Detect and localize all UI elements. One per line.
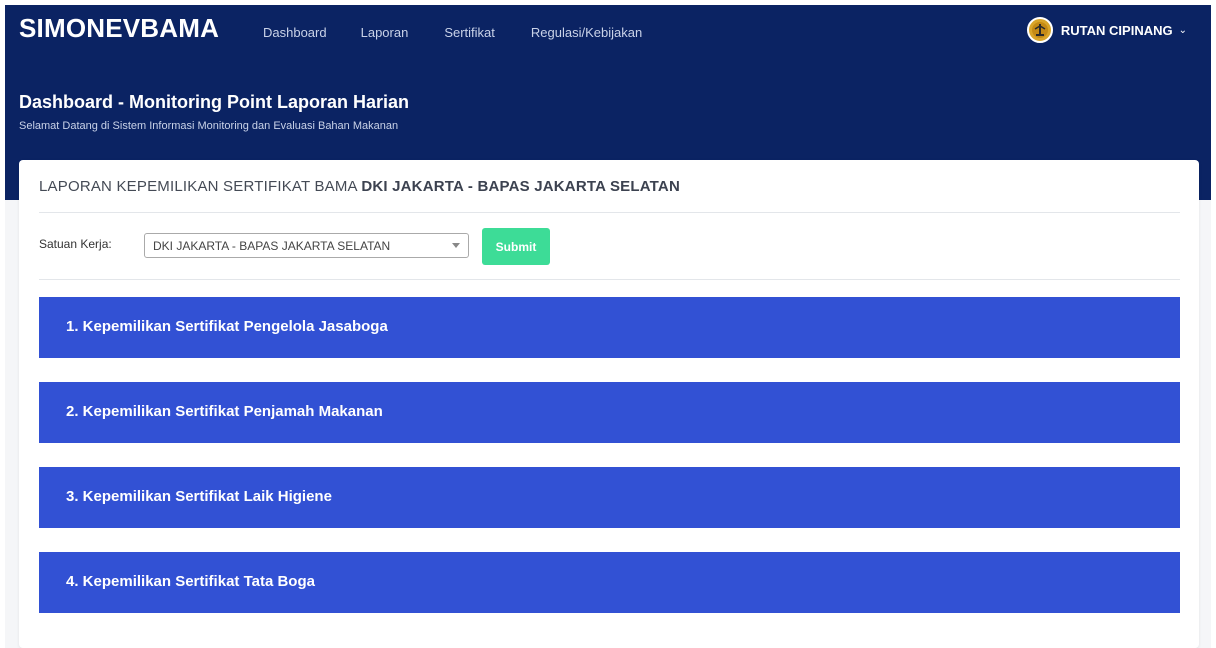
agency-emblem-icon	[1026, 17, 1053, 43]
nav-laporan[interactable]: Laporan	[361, 25, 409, 40]
chevron-down-icon: ⌄	[1178, 24, 1187, 36]
section-label: 1. Kepemilikan Sertifikat Pengelola Jasa…	[66, 318, 388, 335]
dropdown-arrow-icon	[452, 243, 460, 248]
satuan-kerja-select[interactable]: DKI JAKARTA - BAPAS JAKARTA SELATAN	[144, 233, 469, 258]
user-name: RUTAN CIPINANG	[1060, 22, 1173, 38]
main-nav: Dashboard Laporan Sertifikat Regulasi/Ke…	[263, 25, 678, 40]
nav-sertifikat[interactable]: Sertifikat	[444, 25, 495, 40]
section-laik-higiene[interactable]: 3. Kepemilikan Sertifikat Laik Higiene	[39, 467, 1180, 528]
user-menu[interactable]: RUTAN CIPINANG ⌄	[1026, 17, 1187, 43]
filter-label: Satuan Kerja:	[39, 237, 112, 251]
divider	[39, 279, 1180, 280]
page-subtitle: Selamat Datang di Sistem Informasi Monit…	[19, 120, 399, 132]
top-navbar: SIMONEVBAMA Dashboard Laporan Sertifikat…	[5, 5, 1211, 60]
section-penjamah-makanan[interactable]: 2. Kepemilikan Sertifikat Penjamah Makan…	[39, 382, 1180, 443]
divider	[39, 212, 1180, 213]
brand-logo[interactable]: SIMONEVBAMA	[19, 13, 219, 44]
card-title-unit: DKI JAKARTA - BAPAS JAKARTA SELATAN	[361, 178, 680, 195]
section-label: 3. Kepemilikan Sertifikat Laik Higiene	[66, 488, 332, 505]
section-pengelola-jasaboga[interactable]: 1. Kepemilikan Sertifikat Pengelola Jasa…	[39, 297, 1180, 358]
nav-regulasi[interactable]: Regulasi/Kebijakan	[531, 25, 642, 40]
page-title: Dashboard - Monitoring Point Laporan Har…	[19, 92, 410, 112]
report-card: LAPORAN KEPEMILIKAN SERTIFIKAT BAMA DKI …	[19, 160, 1199, 648]
section-label: 2. Kepemilikan Sertifikat Penjamah Makan…	[66, 403, 383, 420]
submit-button[interactable]: Submit	[482, 228, 550, 265]
card-title: LAPORAN KEPEMILIKAN SERTIFIKAT BAMA DKI …	[39, 178, 680, 195]
nav-dashboard[interactable]: Dashboard	[263, 25, 327, 40]
card-title-prefix: LAPORAN KEPEMILIKAN SERTIFIKAT BAMA	[39, 178, 357, 195]
section-label: 4. Kepemilikan Sertifikat Tata Boga	[66, 573, 315, 590]
section-tata-boga[interactable]: 4. Kepemilikan Sertifikat Tata Boga	[39, 552, 1180, 613]
select-value: DKI JAKARTA - BAPAS JAKARTA SELATAN	[153, 239, 391, 253]
